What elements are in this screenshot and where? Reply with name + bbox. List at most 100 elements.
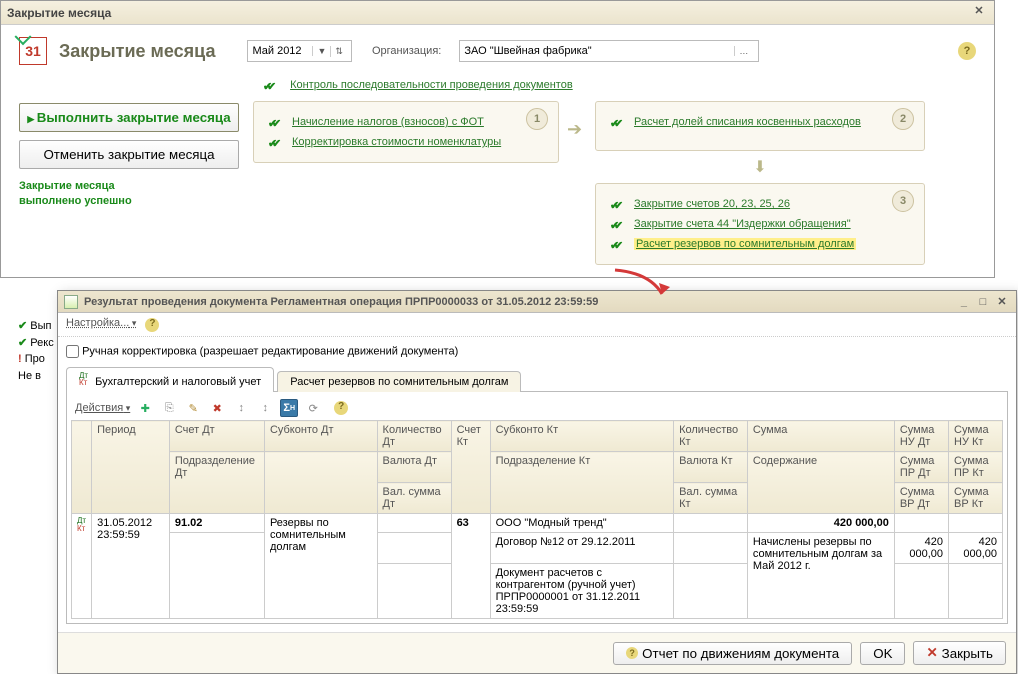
success-message: Закрытие месяца выполнено успешно [19, 179, 239, 210]
period-trigger-icon[interactable]: ▼ [312, 46, 330, 56]
th-acc-dt[interactable]: Счет Дт [169, 421, 264, 452]
th-val-kt[interactable]: Валюта Кт [674, 452, 748, 483]
org-trigger-icon[interactable]: … [734, 46, 752, 56]
main-close-button[interactable]: ✕ [970, 4, 988, 22]
edit-icon[interactable]: ✎ [184, 399, 202, 417]
step1-link1[interactable]: Начисление налогов (взносов) с ФОТ [292, 116, 484, 128]
th-acc-kt[interactable]: Счет Кт [451, 421, 490, 514]
step3-link1[interactable]: Закрытие счетов 20, 23, 25, 26 [634, 198, 790, 210]
th-vsum-kt[interactable]: Вал. сумма Кт [674, 483, 748, 514]
step2-link1[interactable]: Расчет долей списания косвенных расходов [634, 116, 861, 128]
settings-menu[interactable]: Настройка... [66, 317, 136, 329]
th-nu-kt[interactable]: Сумма НУ Кт [949, 421, 1003, 452]
arrow-down-icon: ⬇ [595, 157, 925, 177]
period-step-icon[interactable]: ⇅ [330, 46, 347, 57]
cell-val-kt [674, 533, 748, 564]
th-div-dt[interactable]: Подразделение Дт [169, 452, 264, 514]
check-icon [610, 199, 626, 209]
dt-kt-icon: ДтКт [72, 514, 92, 619]
th-sum[interactable]: Сумма [747, 421, 894, 452]
th-div-kt[interactable]: Подразделение Кт [490, 452, 673, 514]
manual-edit-checkbox[interactable] [66, 345, 79, 358]
close-button[interactable]: ✕ [994, 295, 1010, 308]
th-content[interactable]: Содержание [747, 452, 894, 514]
help-icon[interactable]: ? [958, 42, 976, 60]
cell-nu-dt [894, 514, 948, 533]
steps-row-1: 1 Начисление налогов (взносов) с ФОТ Кор… [253, 101, 976, 265]
tabs: ДтКт Бухгалтерский и налоговый учет Расч… [66, 366, 1008, 391]
th-sub-dt[interactable]: Субконто Дт [264, 421, 377, 452]
check-icon [268, 137, 284, 147]
cell-sub-kt-1: ООО "Модный тренд" [490, 514, 673, 533]
cell-pr-kt: 420 000,00 [949, 533, 1003, 564]
period-dropdown[interactable]: Май 2012 ▼ ⇅ [247, 40, 351, 62]
control-link-row: Контроль последовательности проведения д… [253, 73, 976, 101]
th-sub-kt[interactable]: Субконто Кт [490, 421, 673, 452]
main-titlebar: Закрытие месяца ✕ [1, 1, 994, 25]
cell-pr-dt: 420 000,00 [894, 533, 948, 564]
calendar-icon: 31 [19, 37, 47, 65]
cell-qty-kt [674, 514, 748, 533]
down-icon[interactable]: ↕ [256, 399, 274, 417]
cell-sub-kt-2: Договор №12 от 29.12.2011 [490, 533, 673, 564]
step-2-box: 2 Расчет долей списания косвенных расход… [595, 101, 925, 151]
cell-vsum-kt [674, 564, 748, 619]
page-title: Закрытие месяца [59, 41, 215, 62]
add-icon[interactable]: ✚ [136, 399, 154, 417]
left-column: Выполнить закрытие месяца Отменить закры… [19, 73, 239, 265]
th-vr-dt[interactable]: Сумма ВР Дт [894, 483, 948, 514]
maximize-button[interactable]: □ [975, 296, 991, 308]
org-label: Организация: [372, 45, 441, 57]
help-icon[interactable]: ? [334, 401, 348, 415]
posting-grid: Период Счет Дт Субконто Дт Количество Дт… [71, 420, 1003, 619]
th-vsum-dt[interactable]: Вал. сумма Дт [377, 483, 451, 514]
status-line: Не в [18, 368, 54, 385]
th-val-dt[interactable]: Валюта Дт [377, 452, 451, 483]
help-icon[interactable]: ? [145, 318, 159, 332]
cell-val-dt [377, 533, 451, 564]
th-vr-kt[interactable]: Сумма ВР Кт [949, 483, 1003, 514]
cell-vsum-dt [377, 564, 451, 619]
th-nu-dt[interactable]: Сумма НУ Дт [894, 421, 948, 452]
document-icon [64, 295, 78, 309]
table-row[interactable]: ДтКт 31.05.2012 23:59:59 91.02 Резервы п… [72, 514, 1003, 533]
window-buttons: _ □ ✕ [956, 295, 1010, 308]
step-1-box: 1 Начисление налогов (взносов) с ФОТ Кор… [253, 101, 559, 163]
report-button[interactable]: ?Отчет по движениям документа [613, 642, 852, 665]
th-qty-kt[interactable]: Количество Кт [674, 421, 748, 452]
cell-acc-dt: 91.02 [169, 514, 264, 533]
tab-accounting[interactable]: ДтКт Бухгалтерский и налоговый учет [66, 367, 274, 392]
org-dropdown[interactable]: ЗАО "Швейная фабрика" … [459, 40, 759, 62]
table-row[interactable]: Договор №12 от 29.12.2011 Начислены резе… [72, 533, 1003, 564]
delete-icon[interactable]: ✖ [208, 399, 226, 417]
step1-link2[interactable]: Корректировка стоимости номенклатуры [292, 136, 501, 148]
step-2-number: 2 [892, 108, 914, 130]
close-button[interactable]: ✕Закрыть [913, 641, 1006, 665]
main-window-title: Закрытие месяца [7, 6, 970, 20]
ok-button[interactable]: OK [860, 642, 905, 665]
sigma-icon[interactable]: ΣН [280, 399, 298, 417]
step3-link2[interactable]: Закрытие счета 44 "Издержки обращения" [634, 218, 851, 230]
cell-div-dt [169, 533, 264, 619]
refresh-icon[interactable]: ⟳ [304, 399, 322, 417]
up-icon[interactable]: ↕ [232, 399, 250, 417]
check-icon [610, 239, 626, 249]
cell-period: 31.05.2012 23:59:59 [92, 514, 170, 619]
th-period[interactable]: Период [92, 421, 170, 514]
th-qty-dt[interactable]: Количество Дт [377, 421, 451, 452]
check-icon [610, 219, 626, 229]
step3-link3[interactable]: Расчет резервов по сомнительным долгам [634, 238, 856, 250]
actions-menu[interactable]: Действия [75, 402, 130, 414]
cell-qty-dt [377, 514, 451, 533]
right-column: Контроль последовательности проведения д… [253, 73, 976, 265]
control-sequence-link[interactable]: Контроль последовательности проведения д… [290, 79, 573, 91]
minimize-button[interactable]: _ [956, 296, 972, 308]
cancel-button[interactable]: Отменить закрытие месяца [19, 140, 239, 169]
copy-icon[interactable]: ⎘ [160, 399, 178, 417]
th-pr-dt[interactable]: Сумма ПР Дт [894, 452, 948, 483]
period-value: Май 2012 [252, 45, 312, 57]
execute-button[interactable]: Выполнить закрытие месяца [19, 103, 239, 132]
manual-edit-row: Ручная корректировка (разрешает редактир… [66, 345, 1008, 358]
th-pr-kt[interactable]: Сумма ПР Кт [949, 452, 1003, 483]
tab-reserves[interactable]: Расчет резервов по сомнительным долгам [277, 371, 521, 392]
